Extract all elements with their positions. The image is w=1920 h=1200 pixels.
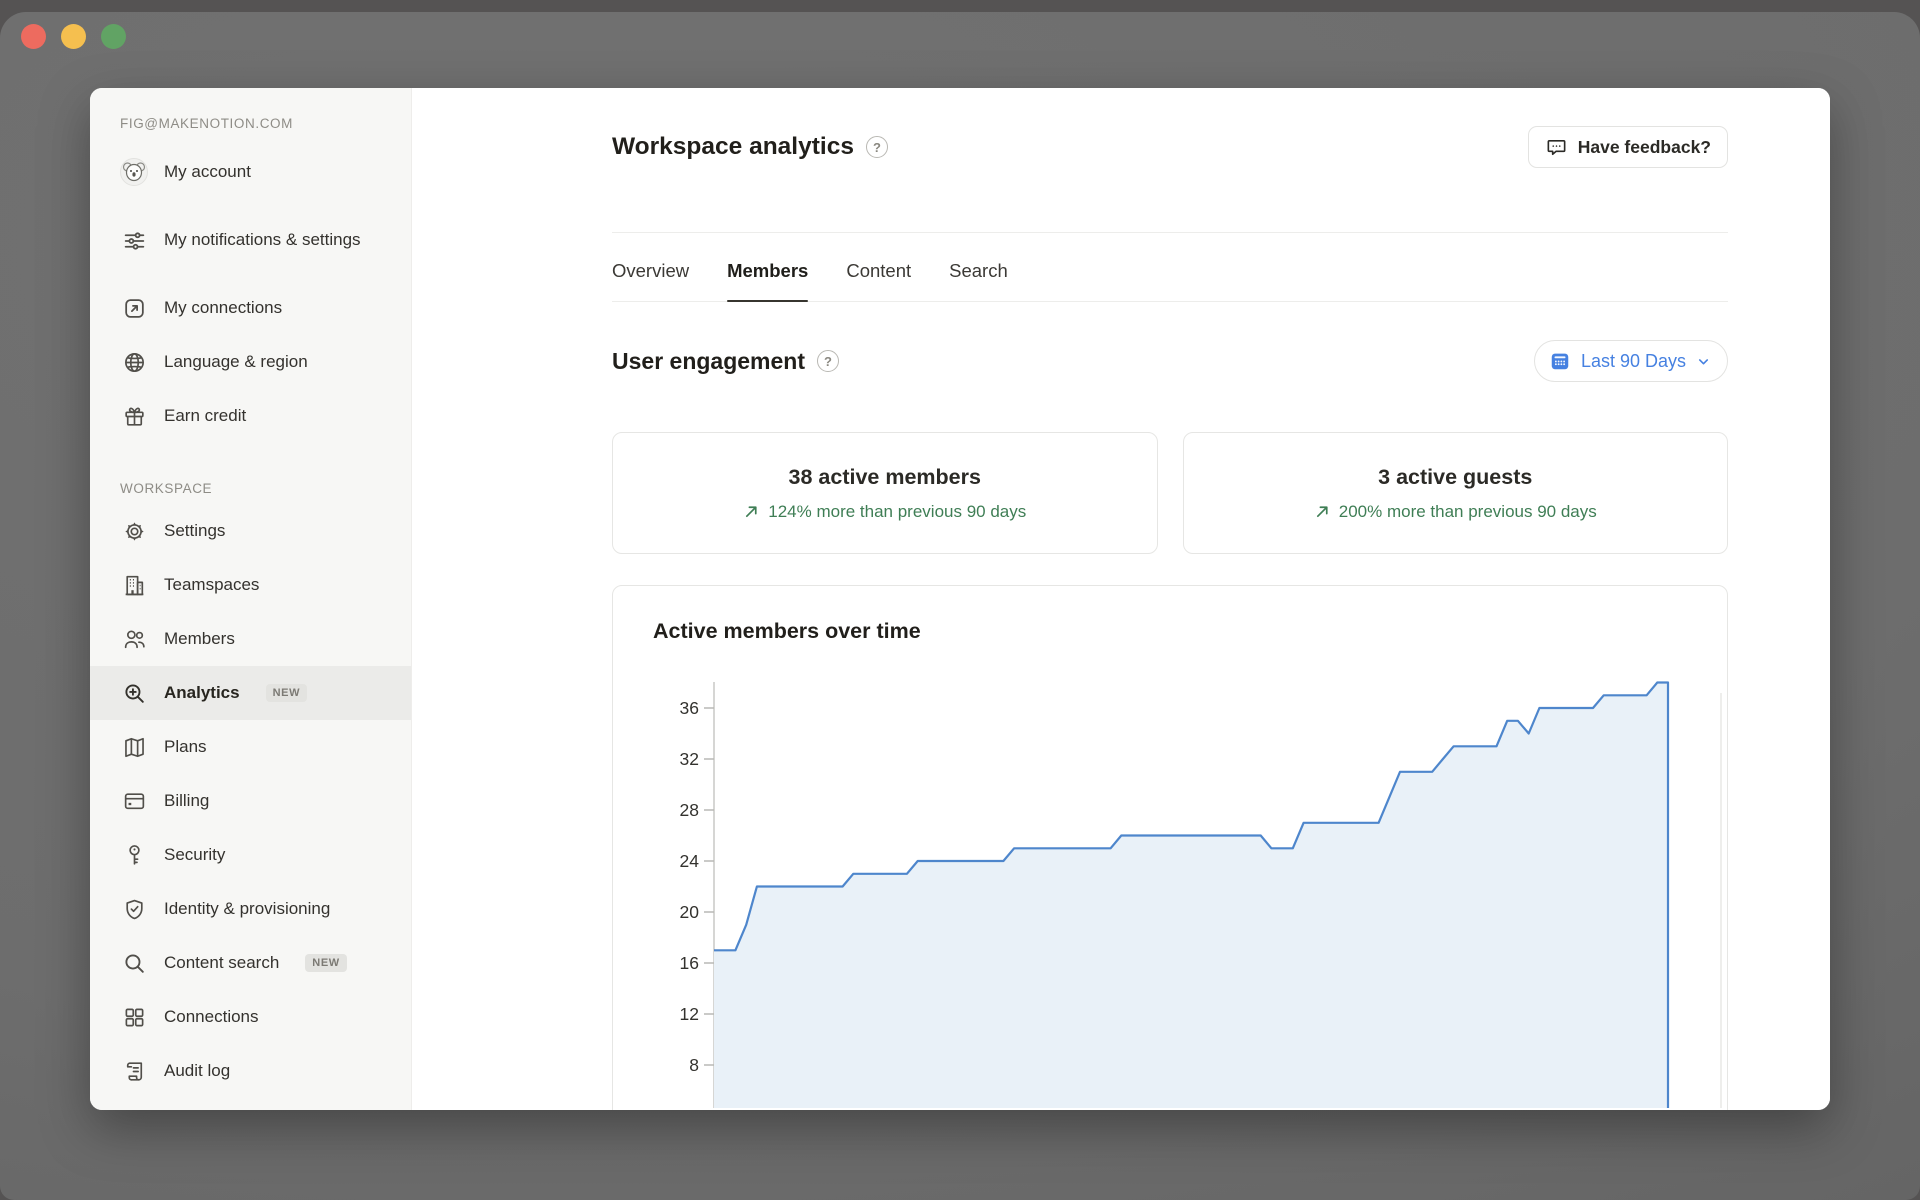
sliders-icon xyxy=(120,226,148,254)
sidebar-item-my-account[interactable]: My account xyxy=(90,145,411,199)
new-badge: NEW xyxy=(266,684,307,702)
members-chart[interactable]: 8 12 16 20 24 28 32 36 xyxy=(613,668,1729,1108)
user-engagement-title: User engagement xyxy=(612,348,805,375)
svg-text:20: 20 xyxy=(680,902,700,922)
active-members-card: 38 active members 124% more than previou… xyxy=(612,432,1158,554)
sidebar-item-audit-log[interactable]: Audit log xyxy=(90,1044,411,1098)
tab-content[interactable]: Content xyxy=(846,260,911,301)
active-members-chart-card: Active members over time 8 12 16 20 24 28 32 36 xyxy=(612,585,1728,1110)
sidebar-item-label: Settings xyxy=(164,519,225,544)
help-icon[interactable]: ? xyxy=(866,136,888,158)
sidebar-item-language-region[interactable]: Language & region xyxy=(90,335,411,389)
svg-text:12: 12 xyxy=(680,1004,699,1024)
zoom-window-button[interactable] xyxy=(101,24,126,49)
shield-check-icon xyxy=(120,895,148,923)
calendar-icon xyxy=(1549,350,1571,372)
sidebar-item-label: Connections xyxy=(164,1005,259,1030)
sidebar-item-label: Teamspaces xyxy=(164,573,259,598)
sidebar-item-settings[interactable]: Settings xyxy=(90,504,411,558)
magnifier-icon xyxy=(120,949,148,977)
sidebar-item-label: Plans xyxy=(164,735,207,760)
arrow-up-right-icon xyxy=(1314,503,1331,520)
svg-text:24: 24 xyxy=(680,851,700,871)
sidebar-item-label: My account xyxy=(164,160,251,185)
tab-members[interactable]: Members xyxy=(727,260,808,301)
sidebar-item-label: Earn credit xyxy=(164,404,246,429)
analytics-tabs: Overview Members Content Search xyxy=(612,233,1728,302)
page-title: Workspace analytics xyxy=(612,133,854,161)
magnifier-plus-icon xyxy=(120,679,148,707)
new-badge: NEW xyxy=(305,954,346,972)
settings-modal: FIG@MAKENOTION.COM My account My notific… xyxy=(90,88,1830,1110)
arrow-up-right-box-icon xyxy=(120,294,148,322)
have-feedback-button[interactable]: Have feedback? xyxy=(1528,126,1728,168)
account-email: FIG@MAKENOTION.COM xyxy=(90,116,411,131)
sidebar-item-plans[interactable]: Plans xyxy=(90,720,411,774)
sidebar-item-identity-provisioning[interactable]: Identity & provisioning xyxy=(90,882,411,936)
sidebar-item-earn-credit[interactable]: Earn credit xyxy=(90,389,411,443)
sidebar-item-label: Billing xyxy=(164,789,209,814)
stat-cards: 38 active members 124% more than previou… xyxy=(612,432,1728,554)
workspace-section: Settings Teamspaces Members Analytics xyxy=(90,504,411,1098)
sidebar-item-label: My notifications & settings xyxy=(164,228,361,253)
active-guests-card: 3 active guests 200% more than previous … xyxy=(1183,432,1729,554)
analytics-main-panel: Workspace analytics ? Have feedback? Ove… xyxy=(412,88,1830,1110)
sidebar-item-label: Language & region xyxy=(164,350,308,375)
sidebar-item-analytics[interactable]: Analytics NEW xyxy=(90,666,411,720)
arrow-up-right-icon xyxy=(743,503,760,520)
building-icon xyxy=(120,571,148,599)
sidebar-item-label: Identity & provisioning xyxy=(164,897,330,922)
active-members-delta: 124% more than previous 90 days xyxy=(743,502,1026,522)
sidebar-item-label: Security xyxy=(164,843,225,868)
globe-icon xyxy=(120,348,148,376)
chevron-down-icon xyxy=(1696,354,1711,369)
svg-text:8: 8 xyxy=(689,1055,699,1075)
credit-card-icon xyxy=(120,787,148,815)
sidebar-item-content-search[interactable]: Content search NEW xyxy=(90,936,411,990)
date-range-label: Last 90 Days xyxy=(1581,351,1686,372)
svg-text:36: 36 xyxy=(680,698,699,718)
sidebar-item-billing[interactable]: Billing xyxy=(90,774,411,828)
svg-text:16: 16 xyxy=(680,953,699,973)
have-feedback-label: Have feedback? xyxy=(1578,137,1711,158)
user-engagement-header: User engagement ? Last 90 Days xyxy=(612,340,1728,382)
tab-overview[interactable]: Overview xyxy=(612,260,689,301)
minimize-window-button[interactable] xyxy=(61,24,86,49)
date-range-dropdown[interactable]: Last 90 Days xyxy=(1534,340,1728,382)
chart-title: Active members over time xyxy=(613,586,1727,644)
active-guests-delta: 200% more than previous 90 days xyxy=(1314,502,1597,522)
sidebar-item-label: Content search xyxy=(164,951,279,976)
gear-icon xyxy=(120,517,148,545)
key-icon xyxy=(120,841,148,869)
people-icon xyxy=(120,625,148,653)
scroll-icon xyxy=(120,1057,148,1085)
sidebar-item-members[interactable]: Members xyxy=(90,612,411,666)
sidebar-item-notifications-settings[interactable]: My notifications & settings xyxy=(90,199,411,281)
sidebar-item-connections[interactable]: Connections xyxy=(90,990,411,1044)
sidebar-item-label: Analytics xyxy=(164,681,240,706)
sidebar-item-label: My connections xyxy=(164,296,282,321)
grid-icon xyxy=(120,1003,148,1031)
map-icon xyxy=(120,733,148,761)
active-guests-value: 3 active guests xyxy=(1378,465,1532,490)
tab-search[interactable]: Search xyxy=(949,260,1008,301)
avatar xyxy=(120,158,148,186)
svg-text:28: 28 xyxy=(680,800,699,820)
window-controls xyxy=(21,24,126,49)
active-members-value: 38 active members xyxy=(789,465,981,490)
settings-sidebar: FIG@MAKENOTION.COM My account My notific… xyxy=(90,88,412,1110)
gift-icon xyxy=(120,402,148,430)
svg-text:32: 32 xyxy=(680,749,699,769)
close-window-button[interactable] xyxy=(21,24,46,49)
sidebar-item-label: Audit log xyxy=(164,1059,230,1084)
sidebar-item-label: Members xyxy=(164,627,235,652)
sidebar-item-teamspaces[interactable]: Teamspaces xyxy=(90,558,411,612)
workspace-section-label: WORKSPACE xyxy=(90,481,411,496)
page-header: Workspace analytics ? Have feedback? xyxy=(612,128,1728,166)
help-icon[interactable]: ? xyxy=(817,350,839,372)
sidebar-item-security[interactable]: Security xyxy=(90,828,411,882)
speech-bubble-icon xyxy=(1545,136,1568,159)
account-section: My account My notifications & settings M… xyxy=(90,145,411,443)
sidebar-item-my-connections[interactable]: My connections xyxy=(90,281,411,335)
